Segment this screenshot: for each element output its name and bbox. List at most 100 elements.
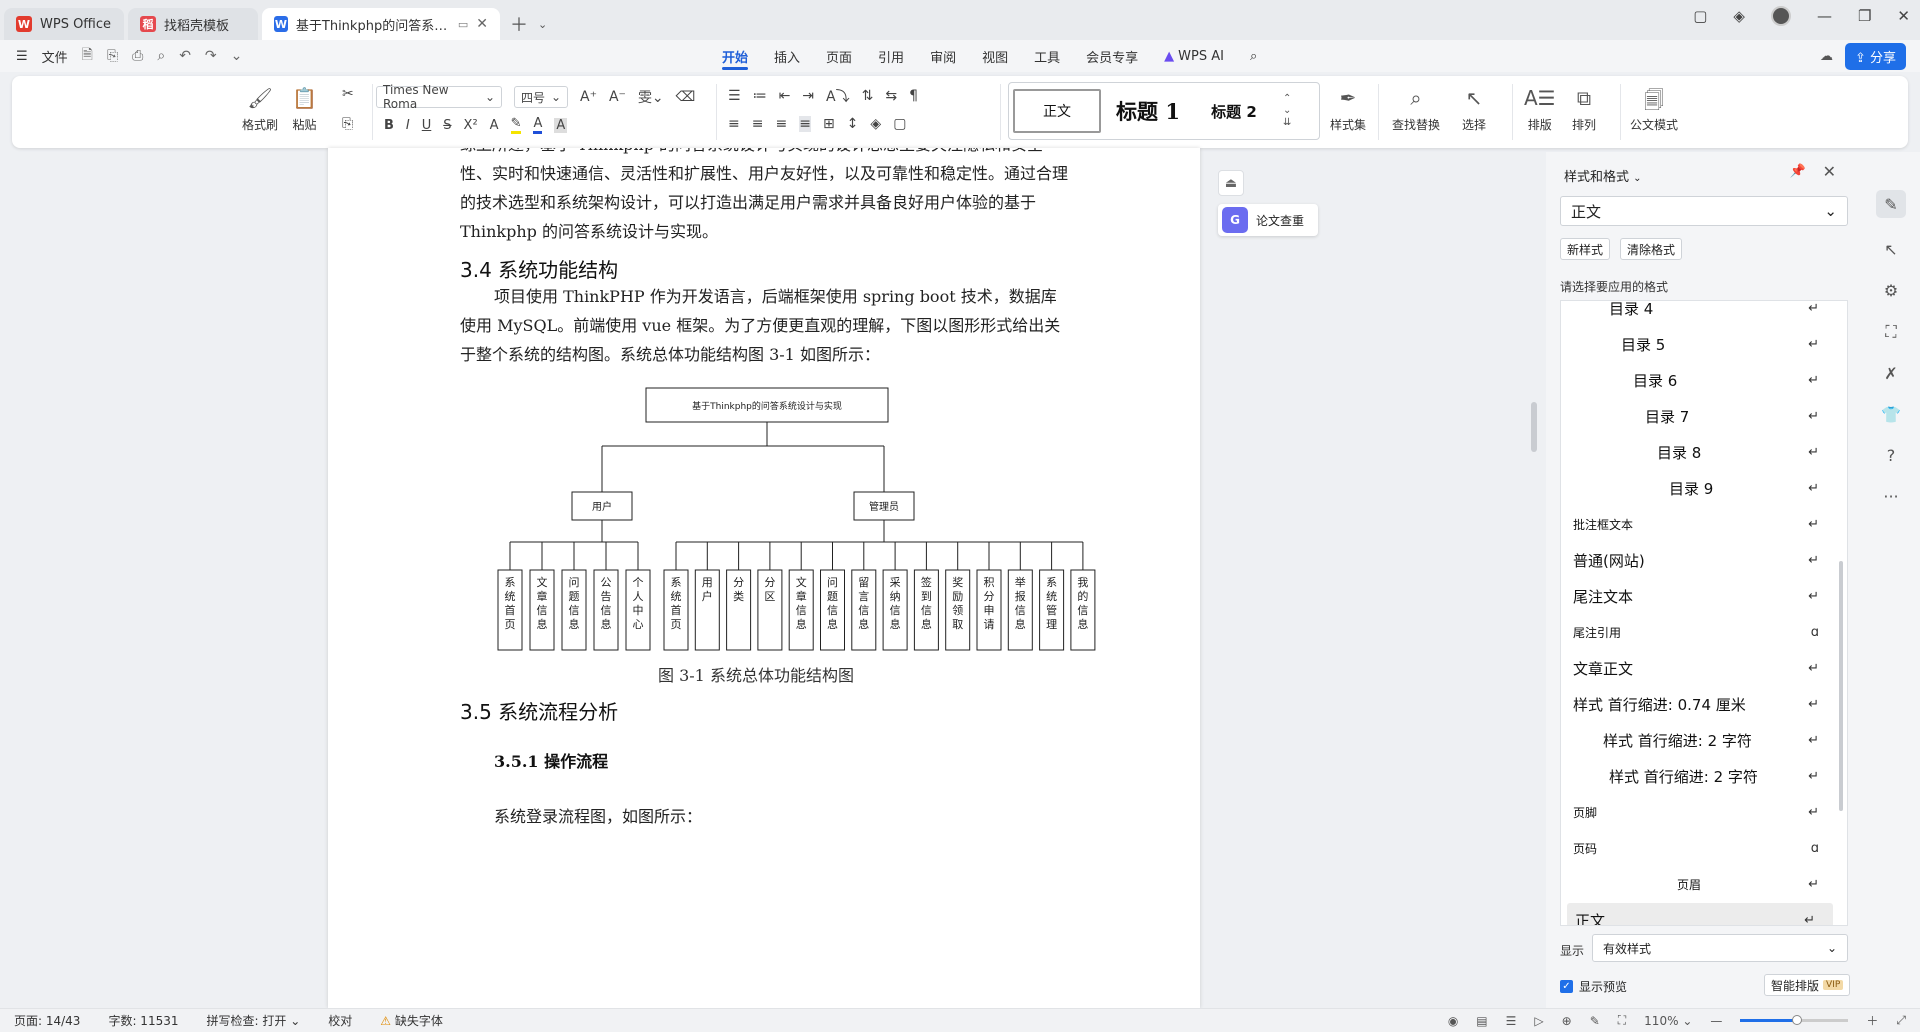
eraser-icon[interactable]: ⌫	[676, 89, 696, 105]
font-size-select[interactable]: 四号 ⌄	[514, 86, 568, 108]
format-painter-button[interactable]: 🖌 格式刷	[242, 86, 278, 133]
highlight-icon[interactable]: ✎	[510, 116, 522, 134]
tab-page[interactable]: 页面	[826, 40, 852, 72]
gallery-scroll[interactable]: ⌃ ⌄ ⇊	[1283, 93, 1291, 129]
heading-3-5-1[interactable]: 3.5.1 操作流程	[494, 748, 608, 772]
restore-icon[interactable]: ❐	[1858, 7, 1871, 25]
current-style-select[interactable]: 正文 ⌄	[1560, 196, 1848, 226]
chevron-down-icon[interactable]: ⌄	[231, 48, 243, 64]
file-menu[interactable]: 文件	[42, 47, 68, 66]
export-icon[interactable]: ⎘	[107, 48, 118, 64]
styles-panel-title[interactable]: 样式和格式 ⌄	[1564, 166, 1642, 185]
style-list-item[interactable]: 样式 首行缩进: 0.74 厘米 ↵	[1561, 687, 1837, 721]
missing-font-button[interactable]: ⚠ 缺失字体	[380, 1012, 443, 1029]
find-replace-button[interactable]: ⌕ 查找替换	[1392, 86, 1440, 133]
collapse-icon[interactable]: ⏏	[1218, 170, 1244, 196]
numbered-list-icon[interactable]: ≔	[753, 88, 767, 104]
wps-ai-button[interactable]: ▲ WPS AI	[1164, 40, 1224, 72]
strikethrough-icon[interactable]: S̶	[443, 118, 451, 133]
show-marks-icon[interactable]: ¶	[909, 88, 918, 104]
grow-font-icon[interactable]: A⁺	[580, 89, 597, 105]
cut-icon[interactable]: ✂	[342, 86, 354, 102]
style-set-button[interactable]: ✒ 样式集	[1330, 86, 1366, 133]
cube-icon[interactable]: ◈	[1733, 7, 1745, 25]
style-heading-2[interactable]: 标题 2	[1191, 89, 1277, 133]
clear-format-button[interactable]: 清除格式	[1620, 238, 1683, 260]
word-count[interactable]: 字数: 11531	[108, 1012, 178, 1029]
help-icon[interactable]: ?	[1887, 446, 1896, 465]
minimize-icon[interactable]: —	[1817, 7, 1832, 25]
style-list-item[interactable]: 目录 5 ↵	[1561, 327, 1837, 361]
show-preview-checkbox[interactable]: ✓ 显示预览	[1560, 978, 1627, 995]
figure-caption[interactable]: 图 3-1 系统总体功能结构图	[658, 662, 854, 686]
arrange-button[interactable]: ⧉ 排列	[1572, 86, 1596, 133]
style-list-item[interactable]: 尾注文本 ↵	[1561, 579, 1837, 613]
align-right-icon[interactable]: ≡	[775, 116, 787, 132]
style-list-item[interactable]: 页脚 ↵	[1561, 795, 1837, 829]
tab-view[interactable]: 视图	[982, 40, 1008, 72]
style-list-item[interactable]: 文章正文 ↵	[1561, 651, 1837, 685]
phonetic-icon[interactable]: 雯⌄	[638, 87, 664, 107]
chevron-down-icon[interactable]: ⌄	[538, 18, 547, 31]
line-spacing-icon[interactable]: ↕	[847, 116, 859, 132]
font-color-icon[interactable]: A	[533, 116, 543, 134]
undo-icon[interactable]: ↶	[179, 48, 191, 64]
select-button[interactable]: ↖ 选择	[1462, 86, 1486, 133]
text-direction-icon[interactable]: A⤵	[826, 86, 850, 106]
style-list-item[interactable]: 目录 9 ↵	[1561, 471, 1837, 505]
style-list-item[interactable]: 页码 ɑ	[1561, 831, 1837, 865]
superscript-icon[interactable]: X²	[464, 118, 478, 133]
style-list-item[interactable]: 样式 首行缩进: 2 字符 ↵	[1561, 723, 1837, 757]
distribute-icon[interactable]: ⊞	[823, 116, 835, 132]
document-page[interactable]: 综上所述，基于 Thinkphp 的问答系统设计与实现的设计思想主要关注隐私和安…	[328, 148, 1200, 1008]
style-list-item[interactable]: 页眉 ↵	[1561, 867, 1837, 901]
style-list-item[interactable]: 样式 首行缩进: 2 字符 ↵	[1561, 759, 1837, 793]
avatar[interactable]	[1770, 6, 1791, 26]
decrease-indent-icon[interactable]: ⇤	[779, 88, 791, 104]
shading-icon[interactable]: ◈	[870, 116, 881, 132]
style-list-item[interactable]: 尾注引用 ɑ	[1561, 615, 1837, 649]
bullet-list-icon[interactable]: ☰	[728, 88, 741, 104]
zoom-in-icon[interactable]: ＋	[1866, 1012, 1878, 1029]
tab-home[interactable]: 开始	[722, 40, 749, 72]
style-heading-1[interactable]: 标题 1	[1105, 89, 1191, 133]
plagiarism-check-button[interactable]: G 论文查重	[1218, 204, 1318, 236]
zoom-slider[interactable]	[1740, 1015, 1849, 1025]
italic-icon[interactable]: I	[406, 118, 410, 133]
image-edit-icon[interactable]: ⛶	[1885, 322, 1896, 342]
cloud-sync-icon[interactable]: ☁	[1820, 49, 1833, 64]
eye-icon[interactable]: ◉	[1448, 1014, 1458, 1028]
styles-pen-icon[interactable]: ✎	[1876, 190, 1906, 218]
zoom-out-icon[interactable]: —	[1710, 1014, 1722, 1028]
close-icon[interactable]: ✕	[1823, 162, 1836, 181]
scrollbar-thumb[interactable]	[1531, 402, 1537, 452]
close-tab-icon[interactable]: ✕	[476, 16, 488, 32]
share-button[interactable]: ⇪ 分享	[1844, 42, 1906, 70]
layout-icon[interactable]: ▢	[1693, 7, 1707, 25]
style-list-item[interactable]: 目录 4 ↵	[1561, 301, 1837, 325]
fit-icon[interactable]: ⛶	[1618, 1013, 1626, 1028]
smart-layout-button[interactable]: 智能排版 VIP	[1764, 974, 1851, 996]
fullscreen-icon[interactable]: ⤢	[1896, 1013, 1906, 1028]
paragraph-login-flow[interactable]: 系统登录流程图，如图所示：	[494, 802, 1104, 831]
close-window-icon[interactable]: ✕	[1897, 7, 1910, 25]
tab-wps-office[interactable]: W WPS Office	[4, 8, 124, 40]
pin-icon[interactable]: 📌	[1790, 164, 1806, 179]
style-list-item[interactable]: 批注框文本 ↵	[1561, 507, 1837, 541]
zoom-level[interactable]: 110% ⌄	[1644, 1014, 1692, 1028]
copy-icon[interactable]: ⎘	[342, 116, 353, 132]
sort-icon[interactable]: ⇅	[862, 88, 874, 104]
print-preview-icon[interactable]: ⌕	[157, 48, 165, 64]
tab-docer[interactable]: 稻 找稻壳模板	[128, 8, 258, 40]
page-view-icon[interactable]: ▤	[1476, 1014, 1487, 1028]
paste-button[interactable]: 📋 粘贴	[292, 86, 317, 133]
play-icon[interactable]: ▷	[1534, 1014, 1543, 1028]
justify-icon[interactable]: ≡	[799, 116, 811, 132]
search-icon[interactable]: ⌕	[1250, 40, 1257, 72]
tab-document[interactable]: W 基于Thinkphp的问答系统设计 ▭ ✕	[262, 8, 500, 40]
outline-view-icon[interactable]: ☰	[1506, 1014, 1517, 1028]
show-filter-select[interactable]: 有效样式 ⌄	[1592, 934, 1848, 962]
more-icon[interactable]: ···	[1883, 487, 1898, 506]
tab-insert[interactable]: 插入	[774, 40, 800, 72]
tab-references[interactable]: 引用	[878, 40, 904, 72]
